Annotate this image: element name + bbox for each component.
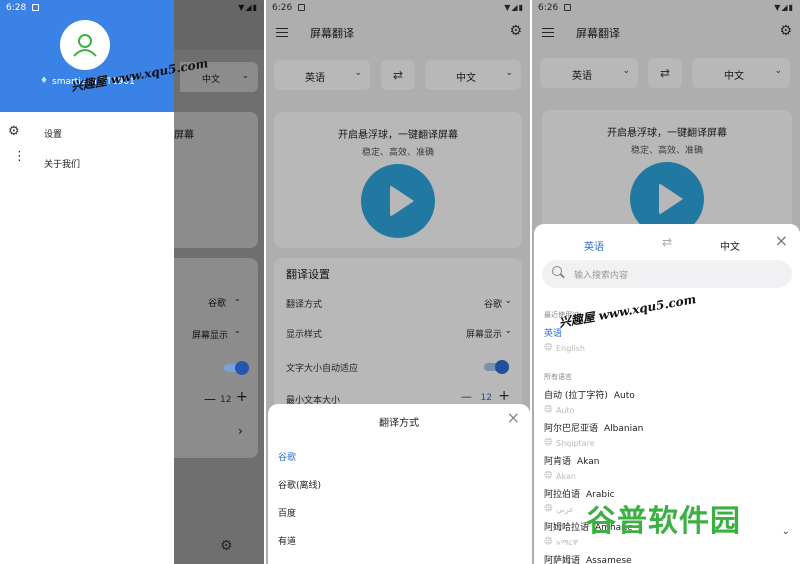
language-name: 阿姆哈拉语: [544, 523, 590, 533]
tab-source-lang[interactable]: 英语: [584, 238, 604, 253]
language-english: Assamese: [586, 556, 632, 564]
notification-icon: [32, 4, 39, 11]
watermark-logo: 谷普软件园: [586, 504, 741, 539]
language-name: 阿尔巴尼亚语: [544, 424, 599, 434]
close-icon[interactable]: ×: [775, 231, 788, 250]
background-screen: 中文 ⌄ 屏幕 谷歌 ⌄ 屏幕显示 ⌄ — 12 + › ⚙: [174, 0, 264, 564]
background-card-text: 屏幕: [174, 130, 194, 141]
drawer-item-label: 设置: [44, 130, 63, 140]
language-name: 英语: [544, 329, 563, 339]
chevron-down-icon: ⌄: [234, 326, 241, 335]
language-item[interactable]: 阿尔巴尼亚语 Albanian Shqiptare: [544, 421, 643, 448]
drawer-header: 6:28 ♦ smartisan DT1901: [0, 0, 174, 112]
engine-option[interactable]: 谷歌(离线): [278, 478, 321, 491]
sheet-title: 翻译方式: [379, 418, 419, 429]
all-header: 所有语言: [544, 373, 572, 381]
language-item[interactable]: 阿萨姆语 Assamese: [544, 553, 632, 564]
scroll-down-icon[interactable]: ⌄: [782, 526, 790, 537]
plus-icon: +: [236, 389, 248, 405]
panel-drawer: 中文 ⌄ 屏幕 谷歌 ⌄ 屏幕显示 ⌄ — 12 + › ⚙ ▼◢▮ 6:28: [0, 0, 264, 564]
language-english: Auto: [613, 391, 635, 401]
more-vert-icon: ⋮: [13, 149, 26, 164]
chevron-down-icon: ⌄: [242, 71, 249, 80]
language-name: 阿拉伯语: [544, 490, 581, 500]
language-item[interactable]: 自动 (拉丁字符) Auto Auto: [544, 388, 635, 415]
engine-option[interactable]: 有道: [278, 534, 296, 547]
language-english: Albanian: [604, 424, 644, 434]
status-bar: ▼◢▮: [174, 0, 264, 16]
drawer-item-settings[interactable]: ⚙ 设置: [0, 120, 174, 146]
language-native: English: [544, 344, 585, 353]
tab-target-lang[interactable]: 中文: [720, 238, 740, 253]
chevron-right-icon: ›: [238, 424, 243, 438]
background-style: 屏幕显示: [192, 331, 229, 341]
language-name: 阿萨姆语: [544, 556, 581, 564]
language-item[interactable]: 阿肯语 Akan Akan: [544, 454, 599, 481]
language-native: Auto: [544, 406, 635, 415]
panel-language-picker: 6:26 ▼◢▮ 屏幕翻译 ⚙ 英语 ⌄ ⇄ 中文 ⌄ 开启悬浮球，一键翻译屏幕…: [532, 0, 800, 564]
engine-option[interactable]: 谷歌: [278, 450, 296, 463]
status-icons: ▼◢▮: [238, 3, 258, 12]
background-settings: 谷歌 ⌄ 屏幕显示 ⌄ — 12 + ›: [174, 258, 258, 458]
engine-sheet: 翻译方式 × 谷歌 谷歌(离线) 百度 有道: [268, 404, 530, 564]
avatar[interactable]: [60, 20, 110, 70]
search-box[interactable]: 输入搜索内容: [542, 260, 792, 288]
search-input[interactable]: 输入搜索内容: [574, 268, 628, 281]
background-engine: 谷歌: [208, 299, 227, 309]
language-name: 阿肯语: [544, 457, 572, 467]
language-native: Akan: [544, 472, 599, 481]
swap-icon[interactable]: ⇄: [662, 235, 672, 249]
status-time: 6:28: [6, 3, 27, 13]
drawer-item-label: 关于我们: [44, 160, 81, 170]
gear-icon: ⚙: [8, 124, 20, 139]
background-card: 屏幕: [174, 112, 258, 248]
background-lang-label: 中文: [202, 75, 221, 85]
chevron-down-icon: ⌄: [234, 294, 241, 303]
language-native: Shqiptare: [544, 439, 643, 448]
search-icon-handle: [560, 273, 565, 279]
user-icon: [73, 34, 97, 57]
diamond-icon: ♦: [40, 76, 49, 86]
language-name: 自动 (拉丁字符): [544, 391, 608, 401]
gear-icon: ⚙: [220, 538, 233, 554]
language-english: Akan: [577, 457, 600, 467]
close-icon[interactable]: ×: [507, 408, 520, 427]
engine-option[interactable]: 百度: [278, 506, 296, 519]
drawer-item-about[interactable]: ⋮ 关于我们: [0, 150, 174, 176]
status-bar: 6:28: [0, 0, 174, 16]
panel-engine-select: 6:26 ▼◢▮ 屏幕翻译 ⚙ 英语 ⌄ ⇄ 中文 ⌄ 开启悬浮球，一键翻译屏幕…: [266, 0, 530, 564]
background-toggle: [224, 361, 249, 375]
minus-icon: —: [204, 392, 216, 406]
background-size: 12: [220, 395, 232, 405]
